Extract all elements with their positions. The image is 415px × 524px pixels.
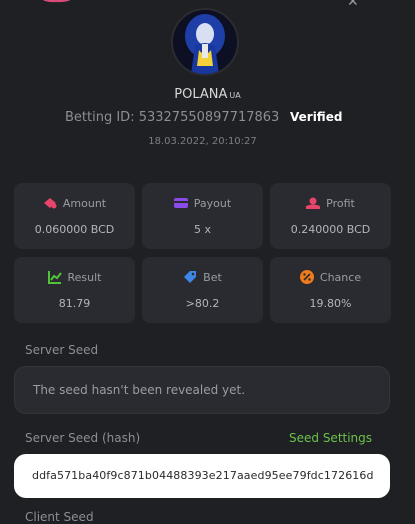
amount-card: Amount 0.060000 BCD xyxy=(14,183,135,249)
tag-icon xyxy=(183,270,197,284)
percent-icon xyxy=(299,270,314,284)
chance-label: Chance xyxy=(319,270,362,284)
server-seed-value: The seed hasn't been revealed yet. xyxy=(33,383,246,397)
seed-settings-link[interactable]: Seed Settings xyxy=(289,431,372,445)
wallet-icon xyxy=(173,196,188,210)
result-label: Result xyxy=(67,270,102,284)
result-card: Result 81.79 xyxy=(14,257,135,323)
avatar xyxy=(171,8,239,76)
bet-value: >80.2 xyxy=(185,297,220,310)
chance-card: Chance 19.80% xyxy=(270,257,391,323)
close-icon[interactable]: ✕ xyxy=(347,0,359,10)
bet-card: Bet >80.2 xyxy=(142,257,263,323)
betting-id-value: 53327550897717863 xyxy=(138,110,280,125)
betting-id: Betting ID: 53327550897717863 xyxy=(65,110,279,125)
server-seed-hash-value: ddfa571ba40f9c871b04488393e217aaed95ee79… xyxy=(32,469,374,482)
hand-coin-icon xyxy=(306,196,321,210)
server-seed-hash-label: Server Seed (hash) xyxy=(25,431,141,445)
server-seed-hash-field[interactable]: ddfa571ba40f9c871b04488393e217aaed95ee79… xyxy=(14,454,390,498)
server-seed-box: The seed hasn't been revealed yet. xyxy=(14,366,390,414)
payout-label: Payout xyxy=(193,196,232,210)
payout-card: Payout 5 x xyxy=(142,183,263,249)
username-text: POLANA xyxy=(174,87,228,102)
betting-id-label: Betting ID: xyxy=(65,110,135,125)
payout-value: 5 x xyxy=(193,223,211,236)
profit-card: Profit 0.240000 BCD xyxy=(270,183,391,249)
profit-value: 0.240000 BCD xyxy=(290,223,371,236)
verified-badge: Verified xyxy=(290,110,343,124)
username: POLANA UA xyxy=(0,87,415,102)
result-value: 81.79 xyxy=(58,297,91,310)
profit-label: Profit xyxy=(326,196,355,210)
bet-timestamp: 18.03.2022, 20:10:27 xyxy=(148,136,257,147)
bet-label: Bet xyxy=(203,270,222,284)
client-seed-label: Client Seed xyxy=(25,510,94,524)
country-code: UA xyxy=(229,91,241,100)
brand-logo xyxy=(22,0,92,18)
money-icon xyxy=(43,196,57,210)
server-seed-label: Server Seed xyxy=(25,343,99,357)
chart-icon xyxy=(47,270,62,284)
amount-value: 0.060000 BCD xyxy=(34,223,115,236)
amount-label: Amount xyxy=(62,196,107,210)
chance-value: 19.80% xyxy=(309,297,352,310)
